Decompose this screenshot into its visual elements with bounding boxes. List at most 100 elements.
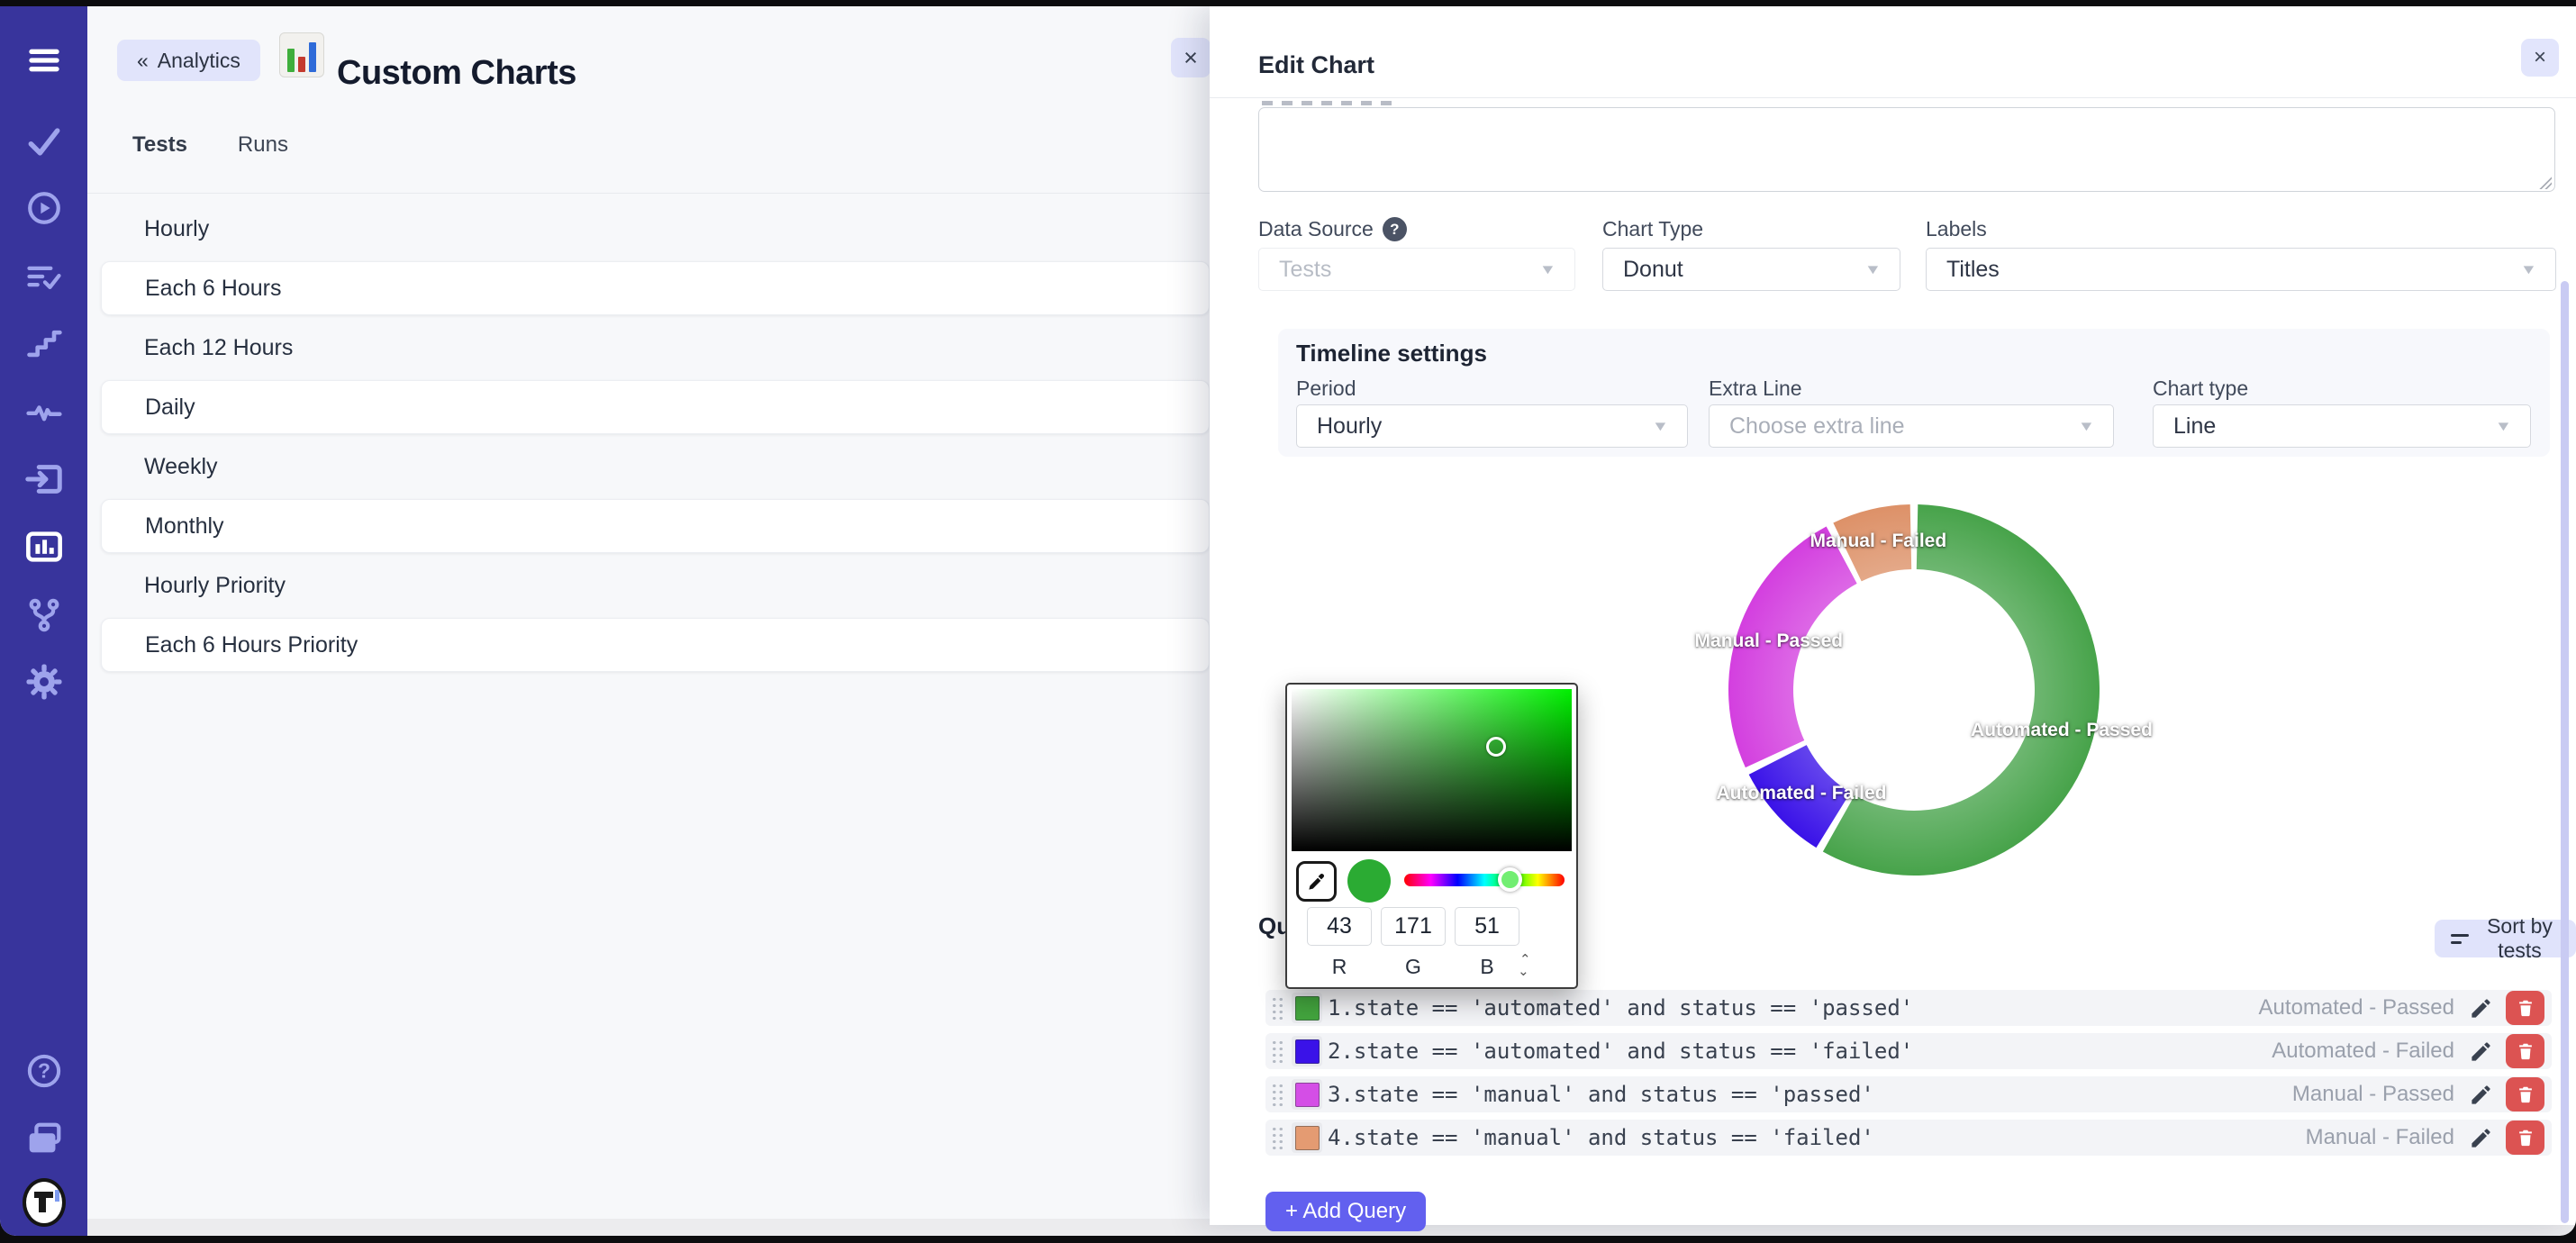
blue-input[interactable] bbox=[1455, 907, 1519, 946]
color-model-toggle-icon[interactable]: ⌃⌃ bbox=[1519, 955, 1529, 975]
green-label: G bbox=[1381, 955, 1446, 979]
app-window: ? « Analytics Custom Charts × Tests bbox=[0, 6, 2576, 1236]
list-check-icon[interactable] bbox=[23, 255, 66, 298]
chart-list-item[interactable]: Each 6 Hours Priority bbox=[101, 618, 1210, 672]
trash-icon bbox=[2516, 1128, 2535, 1148]
query-expression: 4.state == 'manual' and status == 'faile… bbox=[1328, 1125, 1874, 1150]
query-label: Manual - Passed bbox=[2292, 1082, 2454, 1107]
eyedropper-button[interactable] bbox=[1296, 861, 1337, 902]
extra-line-select[interactable]: Choose extra line▼ bbox=[1709, 404, 2114, 448]
back-to-analytics-button[interactable]: « Analytics bbox=[117, 40, 260, 81]
query-row: 4.state == 'manual' and status == 'faile… bbox=[1265, 1120, 2552, 1156]
chart-list-item[interactable]: Each 6 Hours bbox=[101, 261, 1210, 315]
hue-cursor[interactable] bbox=[1498, 867, 1522, 892]
chevron-down-icon: ▼ bbox=[2520, 262, 2537, 277]
delete-query-button[interactable] bbox=[2506, 1034, 2544, 1068]
bar-chart-emoji-icon bbox=[279, 32, 324, 77]
chevron-down-icon: ▼ bbox=[1864, 262, 1882, 277]
saved-charts-list: HourlyEach 6 Hours Each 12 HoursDaily Week… bbox=[101, 202, 1210, 677]
delete-query-button[interactable] bbox=[2506, 1077, 2544, 1111]
tabs-divider bbox=[87, 193, 1210, 194]
query-expression: 2.state == 'automated' and status == 'fa… bbox=[1328, 1039, 1913, 1064]
saturation-cursor[interactable] bbox=[1486, 737, 1506, 757]
tabs: Tests Runs bbox=[132, 132, 288, 158]
help-icon[interactable]: ? bbox=[23, 1049, 66, 1093]
chevron-left-icon: « bbox=[137, 49, 149, 73]
drawer-header-divider bbox=[1210, 97, 2576, 98]
tab-tests[interactable]: Tests bbox=[132, 132, 187, 158]
git-fork-icon[interactable] bbox=[23, 594, 66, 637]
query-color-swatch[interactable] bbox=[1292, 1079, 1322, 1110]
period-select[interactable]: Hourly▼ bbox=[1296, 404, 1688, 448]
query-label: Automated - Passed bbox=[2259, 995, 2454, 1021]
library-icon[interactable] bbox=[23, 1118, 66, 1161]
chevron-down-icon: ▼ bbox=[2078, 419, 2095, 434]
query-color-swatch[interactable] bbox=[1292, 1122, 1322, 1153]
timeline-settings-section: Timeline settings Period Extra Line Char… bbox=[1278, 329, 2550, 457]
sidebar: ? bbox=[0, 6, 87, 1236]
chart-list-item[interactable]: Monthly bbox=[101, 499, 1210, 553]
drag-handle-icon[interactable] bbox=[1271, 1083, 1284, 1107]
period-label: Period bbox=[1296, 377, 1356, 401]
query-color-swatch[interactable] bbox=[1292, 1036, 1322, 1066]
sign-in-icon[interactable] bbox=[23, 458, 66, 501]
help-badge-icon[interactable]: ? bbox=[1383, 217, 1407, 241]
current-color-swatch bbox=[1347, 859, 1391, 903]
svg-text:?: ? bbox=[38, 1059, 50, 1083]
charts-panel-close-button[interactable]: × bbox=[1171, 38, 1211, 77]
chevron-down-icon: ▼ bbox=[2495, 419, 2512, 434]
bar-chart-icon-active[interactable] bbox=[23, 525, 66, 568]
data-source-select[interactable]: Tests▼ bbox=[1258, 248, 1575, 291]
query-color-swatch[interactable] bbox=[1292, 993, 1322, 1023]
chart-list-item[interactable]: Each 12 Hours bbox=[101, 321, 1210, 375]
edit-pencil-icon[interactable] bbox=[2469, 996, 2493, 1021]
trash-icon bbox=[2516, 998, 2535, 1018]
chart-description-textarea[interactable] bbox=[1258, 107, 2555, 192]
labels-label: Labels bbox=[1926, 217, 1987, 241]
chart-list-item[interactable]: Daily bbox=[101, 380, 1210, 434]
hue-slider[interactable] bbox=[1404, 874, 1565, 886]
add-query-button[interactable]: + Add Query bbox=[1265, 1192, 1426, 1231]
steps-icon[interactable] bbox=[23, 322, 66, 366]
sort-by-tests-button[interactable]: Sort by tests bbox=[2435, 920, 2576, 957]
chart-type-select[interactable]: Donut▼ bbox=[1602, 248, 1900, 291]
timeline-settings-title: Timeline settings bbox=[1296, 340, 1487, 367]
chart-list-item[interactable]: Weekly bbox=[101, 440, 1210, 494]
delete-query-button[interactable] bbox=[2506, 991, 2544, 1025]
labels-select[interactable]: Titles▼ bbox=[1926, 248, 2556, 291]
donut-segment[interactable] bbox=[1728, 526, 1857, 767]
tab-runs[interactable]: Runs bbox=[238, 132, 288, 158]
edit-pencil-icon[interactable] bbox=[2469, 1083, 2493, 1107]
edit-pencil-icon[interactable] bbox=[2469, 1126, 2493, 1150]
timeline-chart-type-select[interactable]: Line▼ bbox=[2153, 404, 2531, 448]
saturation-area[interactable] bbox=[1292, 689, 1572, 851]
delete-query-button[interactable] bbox=[2506, 1121, 2544, 1155]
app-logo[interactable] bbox=[23, 1181, 66, 1224]
chart-list-item[interactable]: Hourly Priority bbox=[101, 558, 1210, 612]
red-input[interactable] bbox=[1307, 907, 1372, 946]
close-icon: × bbox=[2534, 45, 2546, 70]
chart-list-item[interactable]: Hourly bbox=[101, 202, 1210, 256]
drag-handle-icon[interactable] bbox=[1271, 1039, 1284, 1064]
page-title: Custom Charts bbox=[337, 54, 576, 93]
menu-icon[interactable] bbox=[23, 39, 66, 82]
drag-handle-icon[interactable] bbox=[1271, 1126, 1284, 1150]
query-list: 1.state == 'automated' and status == 'pa… bbox=[1265, 990, 2552, 1163]
green-input[interactable] bbox=[1381, 907, 1446, 946]
query-row: 1.state == 'automated' and status == 'pa… bbox=[1265, 990, 2552, 1026]
extra-line-label: Extra Line bbox=[1709, 377, 1802, 401]
data-source-label: Data Source ? bbox=[1258, 217, 1407, 241]
chevron-down-icon: ▼ bbox=[1539, 262, 1556, 277]
app-root: ? « Analytics Custom Charts × Tests bbox=[0, 0, 2576, 1243]
play-circle-icon[interactable] bbox=[23, 186, 66, 230]
donut-chart: Automated - PassedAutomated - FailedManu… bbox=[1707, 483, 2121, 897]
query-row: 2.state == 'automated' and status == 'fa… bbox=[1265, 1033, 2552, 1069]
activity-icon[interactable] bbox=[23, 390, 66, 433]
check-icon[interactable] bbox=[23, 120, 66, 163]
drawer-title: Edit Chart bbox=[1258, 51, 1374, 79]
drag-handle-icon[interactable] bbox=[1271, 996, 1284, 1021]
drawer-close-button[interactable]: × bbox=[2521, 39, 2559, 77]
edit-pencil-icon[interactable] bbox=[2469, 1039, 2493, 1064]
gear-icon[interactable] bbox=[23, 660, 66, 703]
drawer-scrollbar[interactable] bbox=[2561, 281, 2569, 1223]
